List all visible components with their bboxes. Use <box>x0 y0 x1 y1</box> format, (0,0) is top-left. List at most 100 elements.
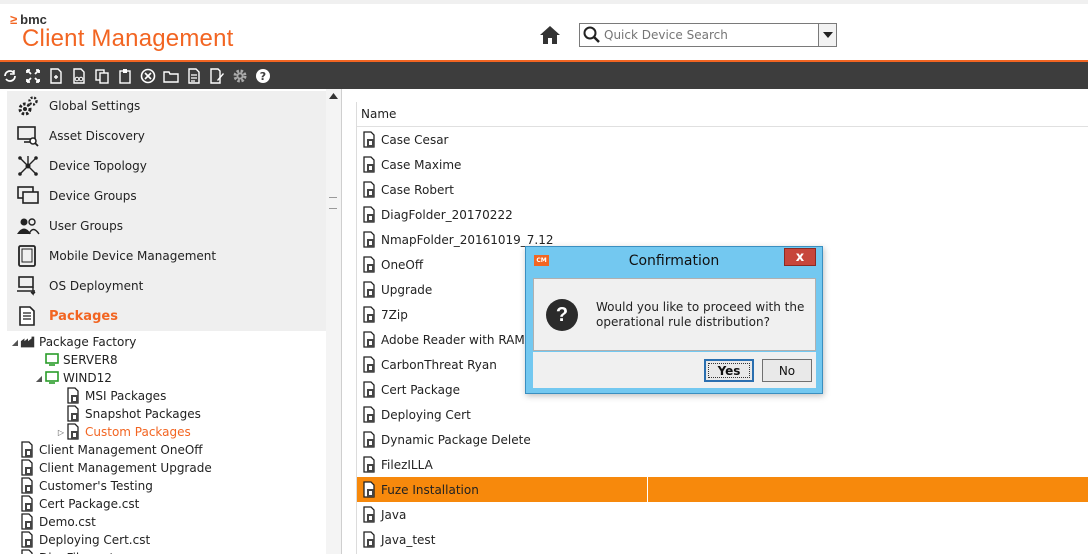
package-icon <box>20 495 36 512</box>
tree-item[interactable]: Snapshot Packages <box>0 405 326 423</box>
expander-icon[interactable] <box>56 391 66 401</box>
gear-icon[interactable] <box>230 66 250 86</box>
delete-icon[interactable] <box>138 66 158 86</box>
package-name: Java <box>381 507 407 522</box>
close-button[interactable]: x <box>784 248 816 266</box>
expander-icon[interactable] <box>10 517 20 527</box>
yes-button[interactable]: Yes <box>704 359 754 382</box>
package-name: Upgrade <box>381 282 433 297</box>
package-name: Fuze Installation <box>381 482 479 497</box>
column-header-name[interactable]: Name <box>357 102 1088 127</box>
expander-icon[interactable] <box>34 355 44 365</box>
tree-item-label: Demo.cst <box>39 515 96 529</box>
search-input[interactable] <box>602 25 818 45</box>
package-icon <box>361 380 379 399</box>
tree-item[interactable]: Deploying Cert.cst <box>0 531 326 549</box>
nav-item-asset-discovery[interactable]: Asset Discovery <box>7 121 326 151</box>
refresh-icon[interactable] <box>0 66 20 86</box>
list-item[interactable]: DiagFolder_20170222 <box>357 202 1088 227</box>
tree-item[interactable]: Client Management Upgrade <box>0 459 326 477</box>
nav-item-mobile-device-management[interactable]: Mobile Device Management <box>7 241 326 271</box>
package-name: Case Cesar <box>381 132 449 147</box>
list-item[interactable]: Case Cesar <box>357 127 1088 152</box>
home-icon[interactable] <box>538 24 562 46</box>
scroll-up-arrow[interactable] <box>326 89 341 103</box>
tree-item-label: Customer's Testing <box>39 479 153 493</box>
package-name: FilezILLA <box>381 457 433 472</box>
list-item[interactable]: FilezILLA <box>357 452 1088 477</box>
expander-icon[interactable] <box>56 409 66 419</box>
list-item[interactable]: Case Maxime <box>357 152 1088 177</box>
device-icon <box>44 370 60 386</box>
tree-item[interactable]: Client Management OneOff <box>0 441 326 459</box>
expander-icon[interactable] <box>10 445 20 455</box>
edit-icon[interactable] <box>207 66 227 86</box>
tree-item-label: Client Management OneOff <box>39 443 203 457</box>
package-icon <box>361 180 379 199</box>
nav-item-global-settings[interactable]: Global Settings <box>7 91 326 121</box>
properties-icon[interactable] <box>184 66 204 86</box>
nav-item-device-topology[interactable]: Device Topology <box>7 151 326 181</box>
tree-item[interactable]: Customer's Testing <box>0 477 326 495</box>
package-name: Deploying Cert <box>381 407 471 422</box>
left-scrollbar[interactable] <box>326 89 341 554</box>
tree-item[interactable]: DiagFiles.cst <box>0 549 326 554</box>
package-icon <box>361 205 379 224</box>
nav-item-label: OS Deployment <box>49 279 144 293</box>
list-item[interactable]: Deploying Cert <box>357 402 1088 427</box>
bmc-mark: ≥ <box>10 12 18 27</box>
no-button[interactable]: No <box>762 359 812 382</box>
nav-item-device-groups[interactable]: Device Groups <box>7 181 326 211</box>
package-icon <box>66 405 82 422</box>
expander-icon[interactable]: ◢ <box>34 373 44 383</box>
package-name: Cert Package <box>381 382 460 397</box>
list-item[interactable]: Java_test <box>357 527 1088 552</box>
quick-device-search[interactable] <box>579 23 837 47</box>
tree-item[interactable]: ◢ WIND12 <box>0 369 326 387</box>
list-item[interactable]: Dynamic Package Delete <box>357 427 1088 452</box>
nav-item-packages[interactable]: Packages <box>7 301 326 331</box>
expander-icon[interactable]: ▷ <box>56 427 66 437</box>
expander-icon[interactable] <box>10 481 20 491</box>
package-icon <box>66 423 82 440</box>
tree-item[interactable]: ▷ Custom Packages <box>0 423 326 441</box>
package-icon <box>361 430 379 449</box>
confirmation-dialog: CM Confirmation x ? Would you like to pr… <box>525 246 823 394</box>
tree-item[interactable]: Cert Package.cst <box>0 495 326 513</box>
package-icon <box>361 255 379 274</box>
package-icon <box>361 155 379 174</box>
package-icon <box>361 305 379 324</box>
scroll-thumb-grip[interactable] <box>329 197 337 209</box>
nav-item-os-deployment[interactable]: OS Deployment <box>7 271 326 301</box>
tree-item-label: SERVER8 <box>63 353 118 367</box>
bmc-logo: ≥ bmc Client Management <box>10 12 234 53</box>
expander-icon[interactable] <box>10 535 20 545</box>
expander-icon[interactable]: ◢ <box>10 337 20 347</box>
help-icon[interactable]: ? <box>253 66 273 86</box>
paste-icon[interactable] <box>115 66 135 86</box>
package-icon <box>20 441 36 458</box>
tree-item[interactable]: SERVER8 <box>0 351 326 369</box>
expand-icon[interactable] <box>23 66 43 86</box>
folder-icon[interactable] <box>161 66 181 86</box>
tree-item[interactable]: MSI Packages <box>0 387 326 405</box>
expander-icon[interactable] <box>10 499 20 509</box>
dialog-message: Would you like to proceed with the opera… <box>596 300 805 329</box>
tree-item[interactable]: Demo.cst <box>0 513 326 531</box>
list-item[interactable]: Fuze Installation <box>357 477 1088 502</box>
search-dropdown-button[interactable] <box>818 24 836 46</box>
package-icon <box>361 355 379 374</box>
package-name: Java_test <box>381 532 436 547</box>
package-icon <box>361 455 379 474</box>
copy-icon[interactable] <box>92 66 112 86</box>
tree-item[interactable]: ◢ Package Factory <box>0 333 326 351</box>
package-icon <box>361 130 379 149</box>
list-item[interactable]: Java <box>357 502 1088 527</box>
new-document-icon[interactable] <box>46 66 66 86</box>
expander-icon[interactable] <box>10 463 20 473</box>
dialog-title-bar[interactable]: CM Confirmation x <box>526 247 822 275</box>
list-item[interactable]: Case Robert <box>357 177 1088 202</box>
nav-item-label: Global Settings <box>49 99 141 113</box>
cut-icon[interactable] <box>69 66 89 86</box>
nav-item-user-groups[interactable]: User Groups <box>7 211 326 241</box>
